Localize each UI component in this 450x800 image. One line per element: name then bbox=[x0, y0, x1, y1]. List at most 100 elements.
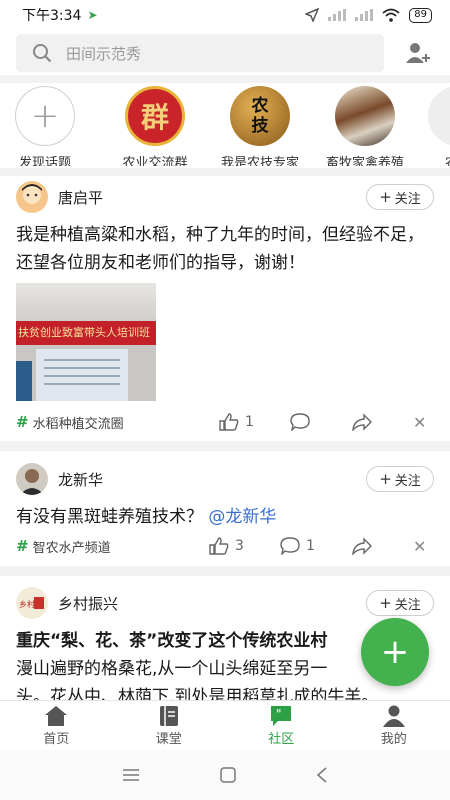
post-text: 我是种植高粱和水稻，种了九年的时间，但经验不足，还望各位朋友和老师们的指导，谢谢… bbox=[16, 225, 424, 273]
status-bar: 下午3:34 ➤ 89 bbox=[0, 0, 450, 30]
tab-mine[interactable]: 我的 bbox=[338, 701, 450, 750]
search-input[interactable]: 田间示范秀 bbox=[16, 34, 384, 72]
thumbs-up-icon bbox=[209, 537, 229, 555]
section-divider bbox=[0, 566, 450, 576]
home-icon bbox=[45, 706, 68, 726]
topic-tag[interactable]: # 水稻种植交流圈 bbox=[16, 413, 124, 432]
search-header: 田间示范秀 bbox=[0, 31, 450, 75]
tab-home[interactable]: 首页 bbox=[0, 701, 113, 750]
comment-button[interactable] bbox=[290, 413, 310, 431]
bottom-nav: 首页 课堂 " 社区 我的 bbox=[0, 700, 450, 750]
topic-label: 我是农技专家 bbox=[220, 156, 299, 166]
follow-button[interactable]: + 关注 bbox=[366, 466, 434, 492]
topic-partial[interactable]: 农资 bbox=[408, 86, 450, 166]
post-card[interactable]: 唐启平 + 关注 我是种植高粱和水稻，种了九年的时间，但经验不足，还望各位朋友和老… bbox=[0, 177, 450, 440]
post-text-body: 有没有黑斑蛙养殖技术？ bbox=[16, 507, 203, 527]
topic-label: 畜牧家禽养殖 bbox=[325, 156, 404, 166]
topic-discover[interactable]: + 发现话题 bbox=[0, 86, 95, 166]
search-placeholder: 田间示范秀 bbox=[66, 44, 142, 63]
avatar[interactable] bbox=[16, 181, 48, 213]
like-button[interactable]: 1 bbox=[219, 413, 254, 431]
post-header: 乡村 乡村振兴 + 关注 bbox=[0, 583, 450, 623]
plus-icon: + bbox=[379, 594, 392, 612]
share-button[interactable] bbox=[352, 537, 372, 555]
group-icon-text: 群 bbox=[140, 101, 169, 134]
back-icon[interactable] bbox=[316, 767, 328, 783]
create-post-button[interactable]: + bbox=[361, 618, 429, 686]
post-image[interactable]: 扶贫创业致富带头人培训班 bbox=[16, 283, 156, 401]
topic-farm-group[interactable]: 群 农业交流群 bbox=[105, 86, 205, 166]
book-icon bbox=[159, 706, 178, 726]
post-header: 龙新华 + 关注 bbox=[0, 459, 450, 499]
comment-button[interactable]: 1 bbox=[280, 537, 315, 555]
follow-label: 关注 bbox=[394, 191, 421, 207]
topic-tag-label: 水稻种植交流圈 bbox=[32, 416, 124, 432]
topic-tag[interactable]: # 智农水产频道 bbox=[16, 537, 111, 556]
avatar[interactable]: 乡村 bbox=[16, 587, 48, 619]
tab-label: 社区 bbox=[268, 732, 295, 747]
tab-label: 我的 bbox=[380, 732, 407, 747]
share-icon bbox=[352, 537, 372, 555]
system-nav-bar bbox=[0, 750, 450, 800]
topic-label: 发现话题 bbox=[18, 156, 71, 166]
status-time: 下午3:34 bbox=[22, 8, 82, 24]
post-text-line-2: 头。花丛中、林荫下,到处是用稻草扎成的牛羊。 bbox=[16, 687, 379, 700]
battery-icon: 89 bbox=[409, 7, 432, 23]
dismiss-button[interactable]: ✕ bbox=[413, 537, 426, 556]
author-name[interactable]: 乡村振兴 bbox=[58, 593, 118, 614]
share-button[interactable] bbox=[352, 413, 372, 431]
topic-label: 农业交流群 bbox=[122, 156, 188, 166]
plus-icon: + bbox=[379, 188, 392, 206]
follow-button[interactable]: + 关注 bbox=[366, 590, 434, 616]
topic-row: + 发现话题 群 农业交流群 农技 我是农技专家 畜牧家禽养殖 农资 bbox=[0, 86, 450, 166]
livestock-image bbox=[335, 86, 395, 146]
mention-link[interactable]: @龙新华 bbox=[208, 507, 276, 527]
comment-icon bbox=[290, 413, 310, 431]
post-card[interactable]: 龙新华 + 关注 有没有黑斑蛙养殖技术？ @龙新华 # 智农水产频道 3 1 ✕ bbox=[0, 459, 450, 569]
post-footer: # 智农水产频道 3 1 ✕ bbox=[0, 529, 450, 563]
group-icon: 群 bbox=[125, 86, 185, 146]
follow-label: 关注 bbox=[394, 473, 421, 489]
person-icon bbox=[382, 705, 405, 727]
running-icon: ➤ bbox=[87, 8, 98, 22]
post-text: 有没有黑斑蛙养殖技术？ @龙新华 bbox=[0, 503, 450, 531]
hash-icon: # bbox=[16, 537, 29, 555]
signal-icon bbox=[328, 9, 347, 21]
svg-text:乡村: 乡村 bbox=[19, 599, 35, 609]
home-square-icon[interactable] bbox=[220, 767, 236, 783]
follow-button[interactable]: + 关注 bbox=[366, 184, 434, 210]
post-footer: # 水稻种植交流圈 1 ✕ bbox=[0, 405, 450, 439]
topic-expert[interactable]: 农技 我是农技专家 bbox=[210, 86, 310, 166]
tab-label: 首页 bbox=[43, 732, 70, 747]
tab-classroom[interactable]: 课堂 bbox=[113, 701, 226, 750]
plus-icon: + bbox=[379, 470, 392, 488]
signal-icon-2 bbox=[355, 9, 374, 21]
comment-icon bbox=[280, 537, 300, 555]
search-icon bbox=[33, 44, 52, 63]
post-header: 唐启平 + 关注 bbox=[0, 177, 450, 217]
topic-image bbox=[428, 86, 450, 146]
close-icon: ✕ bbox=[413, 412, 427, 432]
topic-tag-label: 智农水产频道 bbox=[32, 540, 111, 556]
add-friend-button[interactable] bbox=[404, 38, 434, 68]
wifi-icon bbox=[382, 8, 400, 22]
plus-icon: + bbox=[15, 86, 75, 146]
tab-label: 课堂 bbox=[155, 732, 182, 747]
menu-icon[interactable] bbox=[122, 769, 140, 781]
section-divider bbox=[0, 168, 450, 176]
like-count: 3 bbox=[235, 538, 244, 554]
dismiss-button[interactable]: ✕ bbox=[413, 413, 426, 432]
thumbs-up-icon bbox=[219, 413, 239, 431]
avatar[interactable] bbox=[16, 463, 48, 495]
section-divider bbox=[0, 75, 450, 83]
tab-community[interactable]: " 社区 bbox=[225, 701, 338, 750]
author-name[interactable]: 唐启平 bbox=[58, 187, 103, 208]
add-user-icon bbox=[406, 43, 430, 63]
expert-icon-text-2: 技 bbox=[251, 116, 269, 136]
like-button[interactable]: 3 bbox=[209, 537, 244, 555]
chat-icon: " bbox=[271, 706, 292, 726]
location-icon bbox=[305, 8, 320, 22]
author-name[interactable]: 龙新华 bbox=[58, 469, 103, 490]
topic-livestock[interactable]: 畜牧家禽养殖 bbox=[315, 86, 415, 166]
image-banner-text: 扶贫创业致富带头人培训班 bbox=[16, 321, 156, 345]
